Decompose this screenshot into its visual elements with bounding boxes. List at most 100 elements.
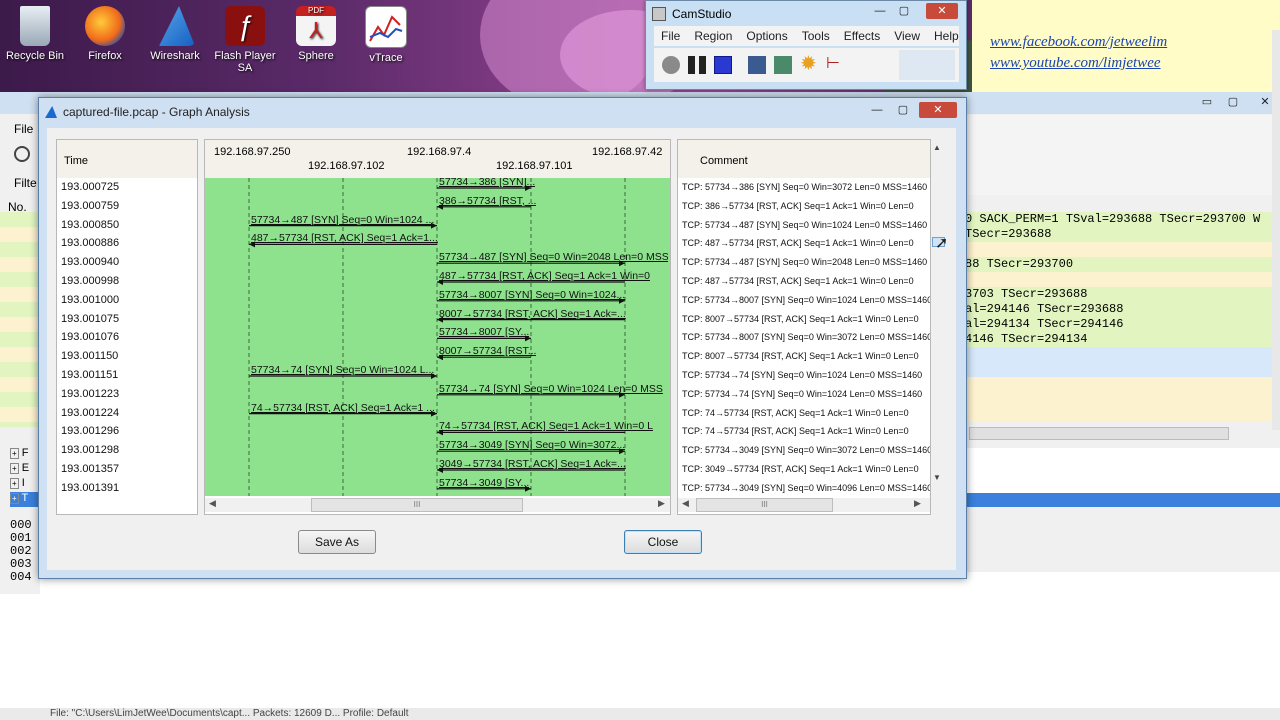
time-cell[interactable]: 193.000725	[61, 181, 119, 193]
save-as-button[interactable]: Save As	[298, 530, 376, 554]
time-cell[interactable]: 193.000886	[61, 237, 119, 249]
time-cell[interactable]: 193.001150	[61, 350, 118, 362]
comment-cell[interactable]: TCP: 386→57734 [RST, ACK] Seq=1 Ack=1 Wi…	[682, 201, 914, 211]
minimize-icon[interactable]: —	[865, 102, 889, 118]
time-cell[interactable]: 193.000940	[61, 256, 119, 268]
comment-cell[interactable]: TCP: 57734→3049 [SYN] Seq=0 Win=4096 Len…	[682, 483, 930, 493]
capture-interfaces-icon[interactable]	[14, 146, 30, 162]
packet-list-hscroll[interactable]	[965, 426, 1280, 440]
desktop-icon-vtrace[interactable]: vTrace	[351, 6, 421, 64]
packet-row[interactable]: 0 SACK_PERM=1 TSval=293688 TSecr=293700 …	[965, 212, 1280, 227]
comment-cell[interactable]: TCP: 57734→487 [SYN] Seq=0 Win=1024 Len=…	[682, 220, 927, 230]
desktop-icon-flash-player[interactable]: ƒ Flash Player SA	[210, 6, 280, 74]
maximize-icon[interactable]: ▢	[891, 102, 915, 118]
maximize-icon[interactable]: ▢	[892, 3, 916, 19]
close-icon[interactable]: ✕	[919, 102, 957, 118]
packet-row[interactable]: al=294146 TSecr=293688	[965, 302, 1280, 317]
minimize-icon[interactable]: ▭	[1195, 94, 1219, 110]
comment-cell[interactable]: TCP: 74→57734 [RST, ACK] Seq=1 Ack=1 Win…	[682, 426, 909, 436]
time-cell[interactable]: 193.001000	[61, 294, 119, 306]
maximize-icon[interactable]: ▢	[1221, 94, 1245, 110]
packet-row[interactable]: 88 TSecr=293700	[965, 257, 1280, 272]
minimize-icon[interactable]: —	[868, 3, 892, 19]
desktop-icon-label: Firefox	[88, 50, 122, 62]
comment-cell[interactable]: TCP: 57734→8007 [SYN] Seq=0 Win=3072 Len…	[682, 332, 930, 342]
tree-item[interactable]: I	[22, 477, 25, 489]
time-cell[interactable]: 193.000759	[61, 200, 119, 212]
packet-row[interactable]: 3703 TSecr=293688	[965, 287, 1280, 302]
screen-region-icon[interactable]	[748, 56, 766, 74]
menu-help[interactable]: Help	[927, 26, 966, 46]
menu-file[interactable]: File	[654, 26, 687, 46]
sequence-graph-area[interactable]: 57734→386 [SYN]... 386→57734 [RST, ... 577…	[205, 178, 670, 496]
menu-view[interactable]: View	[887, 26, 927, 46]
graph-hscroll-thumb[interactable]: III	[311, 498, 523, 512]
time-cell[interactable]: 193.001357	[61, 463, 119, 475]
time-cell[interactable]: 193.001224	[61, 407, 119, 419]
comment-cell[interactable]: TCP: 57734→74 [SYN] Seq=0 Win=1024 Len=0…	[682, 389, 922, 399]
comment-hscrollbar[interactable]: ◀ III ▶	[678, 498, 930, 512]
menu-effects[interactable]: Effects	[837, 26, 887, 46]
scroll-down-arrow-icon[interactable]: ▼	[933, 473, 941, 482]
menu-options[interactable]: Options	[739, 26, 794, 46]
desktop-icon-firefox[interactable]: Firefox	[70, 6, 140, 62]
annotation-icon[interactable]	[774, 56, 792, 74]
scroll-right-arrow-icon[interactable]: ▶	[914, 498, 921, 509]
close-icon[interactable]: ✕	[926, 3, 958, 19]
comment-cell[interactable]: TCP: 57734→487 [SYN] Seq=0 Win=2048 Len=…	[682, 257, 927, 267]
packet-row[interactable]: TSecr=293688	[965, 227, 1280, 242]
packet-row[interactable]: al=294134 TSecr=294146	[965, 317, 1280, 332]
time-cell[interactable]: 193.001296	[61, 425, 119, 437]
wireshark-menu-file[interactable]: File	[14, 122, 33, 136]
comment-cell[interactable]: TCP: 8007→57734 [RST, ACK] Seq=1 Ack=1 W…	[682, 351, 919, 361]
desktop-icon-wireshark[interactable]: Wireshark	[140, 6, 210, 62]
time-cell[interactable]: 193.001391	[61, 482, 119, 494]
comment-cell[interactable]: TCP: 8007→57734 [RST, ACK] Seq=1 Ack=1 W…	[682, 314, 919, 324]
stop-icon[interactable]	[714, 56, 732, 74]
tree-item[interactable]: F	[22, 447, 29, 459]
comment-cell[interactable]: TCP: 57734→8007 [SYN] Seq=0 Win=1024 Len…	[682, 295, 930, 305]
youtube-link[interactable]: www.youtube.com/limjetwee	[990, 55, 1167, 72]
time-cell[interactable]: 193.001298	[61, 444, 119, 456]
time-cell[interactable]: 193.000998	[61, 275, 119, 287]
comment-cell[interactable]: TCP: 57734→74 [SYN] Seq=0 Win=1024 Len=0…	[682, 370, 922, 380]
scroll-up-arrow-icon[interactable]: ▲	[933, 143, 941, 152]
settings-sun-icon[interactable]: ✹	[800, 54, 820, 74]
scroll-left-arrow-icon[interactable]: ◀	[682, 498, 689, 509]
arrow-label: 57734→3049 [SYN] Seq=0 Win=3072...	[439, 439, 626, 452]
dialog-vscrollbar[interactable]: ▲ ▼	[931, 139, 945, 489]
comment-cell[interactable]: TCP: 57734→3049 [SYN] Seq=0 Win=3072 Len…	[682, 445, 930, 455]
menu-tools[interactable]: Tools	[795, 26, 837, 46]
comment-cell[interactable]: TCP: 74→57734 [RST, ACK] Seq=1 Ack=1 Win…	[682, 408, 909, 418]
scroll-grip: III	[761, 500, 768, 509]
record-icon[interactable]	[662, 56, 680, 74]
tree-item-selected[interactable]: T	[22, 492, 29, 504]
close-button[interactable]: Close	[624, 530, 702, 554]
comment-cell[interactable]: TCP: 487→57734 [RST, ACK] Seq=1 Ack=1 Wi…	[682, 276, 914, 286]
comment-cell[interactable]: TCP: 57734→386 [SYN] Seq=0 Win=3072 Len=…	[682, 182, 927, 192]
comment-cell[interactable]: TCP: 487→57734 [RST, ACK] Seq=1 Ack=1 Wi…	[682, 238, 914, 248]
arrow-label: 57734→487 [SYN] Seq=0 Win=2048 Len=0 MSS	[439, 251, 668, 264]
comment-cell[interactable]: TCP: 3049→57734 [RST, ACK] Seq=1 Ack=1 W…	[682, 464, 919, 474]
comment-list: TCP: 57734→386 [SYN] Seq=0 Win=3072 Len=…	[678, 178, 930, 496]
time-cell[interactable]: 193.001076	[61, 331, 119, 343]
packet-row[interactable]	[965, 242, 1280, 257]
desktop-icon-recycle-bin[interactable]: Recycle Bin	[0, 6, 70, 62]
effects-icon[interactable]: ⊢	[826, 54, 846, 74]
pause-icon[interactable]	[688, 56, 706, 74]
facebook-link[interactable]: www.facebook.com/jetweelim	[990, 34, 1167, 51]
time-cell[interactable]: 193.001075	[61, 313, 119, 325]
menu-region[interactable]: Region	[687, 26, 739, 46]
time-cell[interactable]: 193.001151	[61, 369, 118, 381]
scroll-left-arrow-icon[interactable]: ◀	[209, 498, 216, 509]
packet-row[interactable]	[965, 272, 1280, 287]
time-cell[interactable]: 193.001223	[61, 388, 119, 400]
scroll-right-arrow-icon[interactable]: ▶	[658, 498, 665, 509]
packet-row[interactable]: 4146 TSecr=294134	[965, 332, 1280, 347]
time-cell[interactable]: 193.000850	[61, 219, 119, 231]
comment-hscroll-thumb[interactable]: III	[696, 498, 833, 512]
graph-hscrollbar[interactable]: ◀ III ▶	[205, 498, 670, 512]
desktop-icon-sphere[interactable]: PDF ⅄ Sphere	[281, 6, 351, 62]
right-scrollbar[interactable]	[1272, 30, 1280, 430]
tree-item[interactable]: E	[22, 462, 29, 474]
